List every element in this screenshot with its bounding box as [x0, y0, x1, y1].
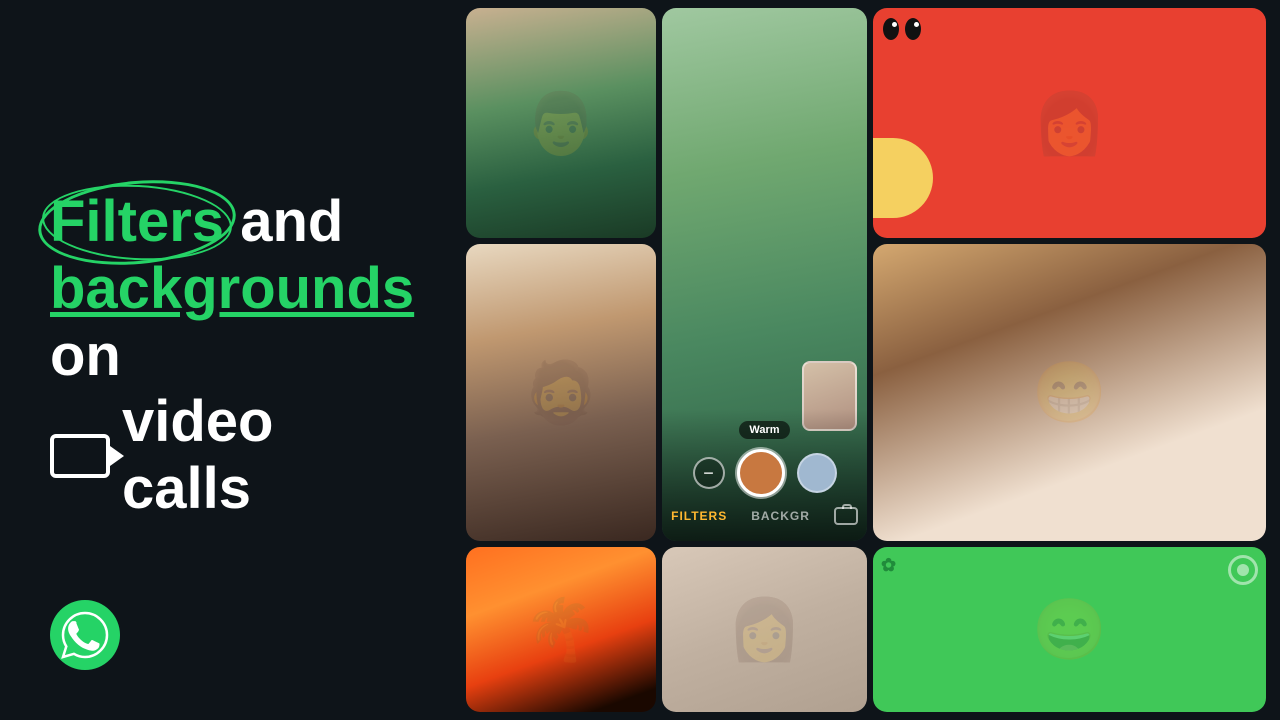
- filter-name-label: Warm: [739, 421, 789, 439]
- filter-warm-circle[interactable]: [737, 449, 785, 497]
- filter-circles: −: [693, 449, 837, 497]
- video-camera-icon: [50, 434, 110, 478]
- whatsapp-logo: [50, 600, 120, 670]
- video-calls-line: video calls: [50, 389, 410, 522]
- person-placeholder: 👩: [662, 547, 867, 712]
- filter-ui-overlay: Warm − FILTERS BACKGR: [662, 409, 867, 541]
- filter-minus-button[interactable]: −: [693, 457, 725, 489]
- filters-word: Filters: [50, 189, 224, 256]
- person-placeholder: 🧔: [466, 244, 656, 541]
- video-calls-text: video calls: [122, 389, 410, 522]
- photo-man-smiling: 😁: [873, 244, 1266, 541]
- camera-icon: [834, 507, 858, 525]
- photo-tropical: 🌴: [466, 547, 656, 712]
- photo-man-dog: 👨: [466, 8, 656, 238]
- photo-man-coffee: 🧔: [466, 244, 656, 541]
- left-panel: Filters and backgrounds on video calls: [0, 0, 460, 720]
- photo-woman-neutral: 👩: [662, 547, 867, 712]
- person-placeholder: 👨: [466, 8, 656, 238]
- col-center: Warm − FILTERS BACKGR 👩: [662, 8, 867, 712]
- col-left: 👨 🧔 🌴: [466, 8, 656, 712]
- person-placeholder: 😁: [873, 244, 1266, 541]
- person-placeholder: 🌴: [466, 547, 656, 712]
- on-word: on: [50, 323, 121, 388]
- col-right: 👩 😁 ✿ 😄: [873, 8, 1266, 712]
- person-placeholder: 👩: [873, 8, 1266, 238]
- photo-cartoon-red: 👩: [873, 8, 1266, 238]
- headline-text: Filters and backgrounds on video calls: [50, 189, 410, 522]
- filter-tabs: FILTERS BACKGR: [671, 507, 858, 525]
- and-label: and: [240, 189, 343, 254]
- person-placeholder: 😄: [873, 547, 1266, 712]
- photo-cartoon-green: ✿ 😄: [873, 547, 1266, 712]
- tab-backgr[interactable]: BACKGR: [751, 509, 810, 523]
- backgrounds-word: backgrounds: [50, 256, 414, 321]
- tab-filters[interactable]: FILTERS: [671, 509, 727, 523]
- filter-cool-circle[interactable]: [797, 453, 837, 493]
- photo-main-filter: Warm − FILTERS BACKGR: [662, 8, 867, 541]
